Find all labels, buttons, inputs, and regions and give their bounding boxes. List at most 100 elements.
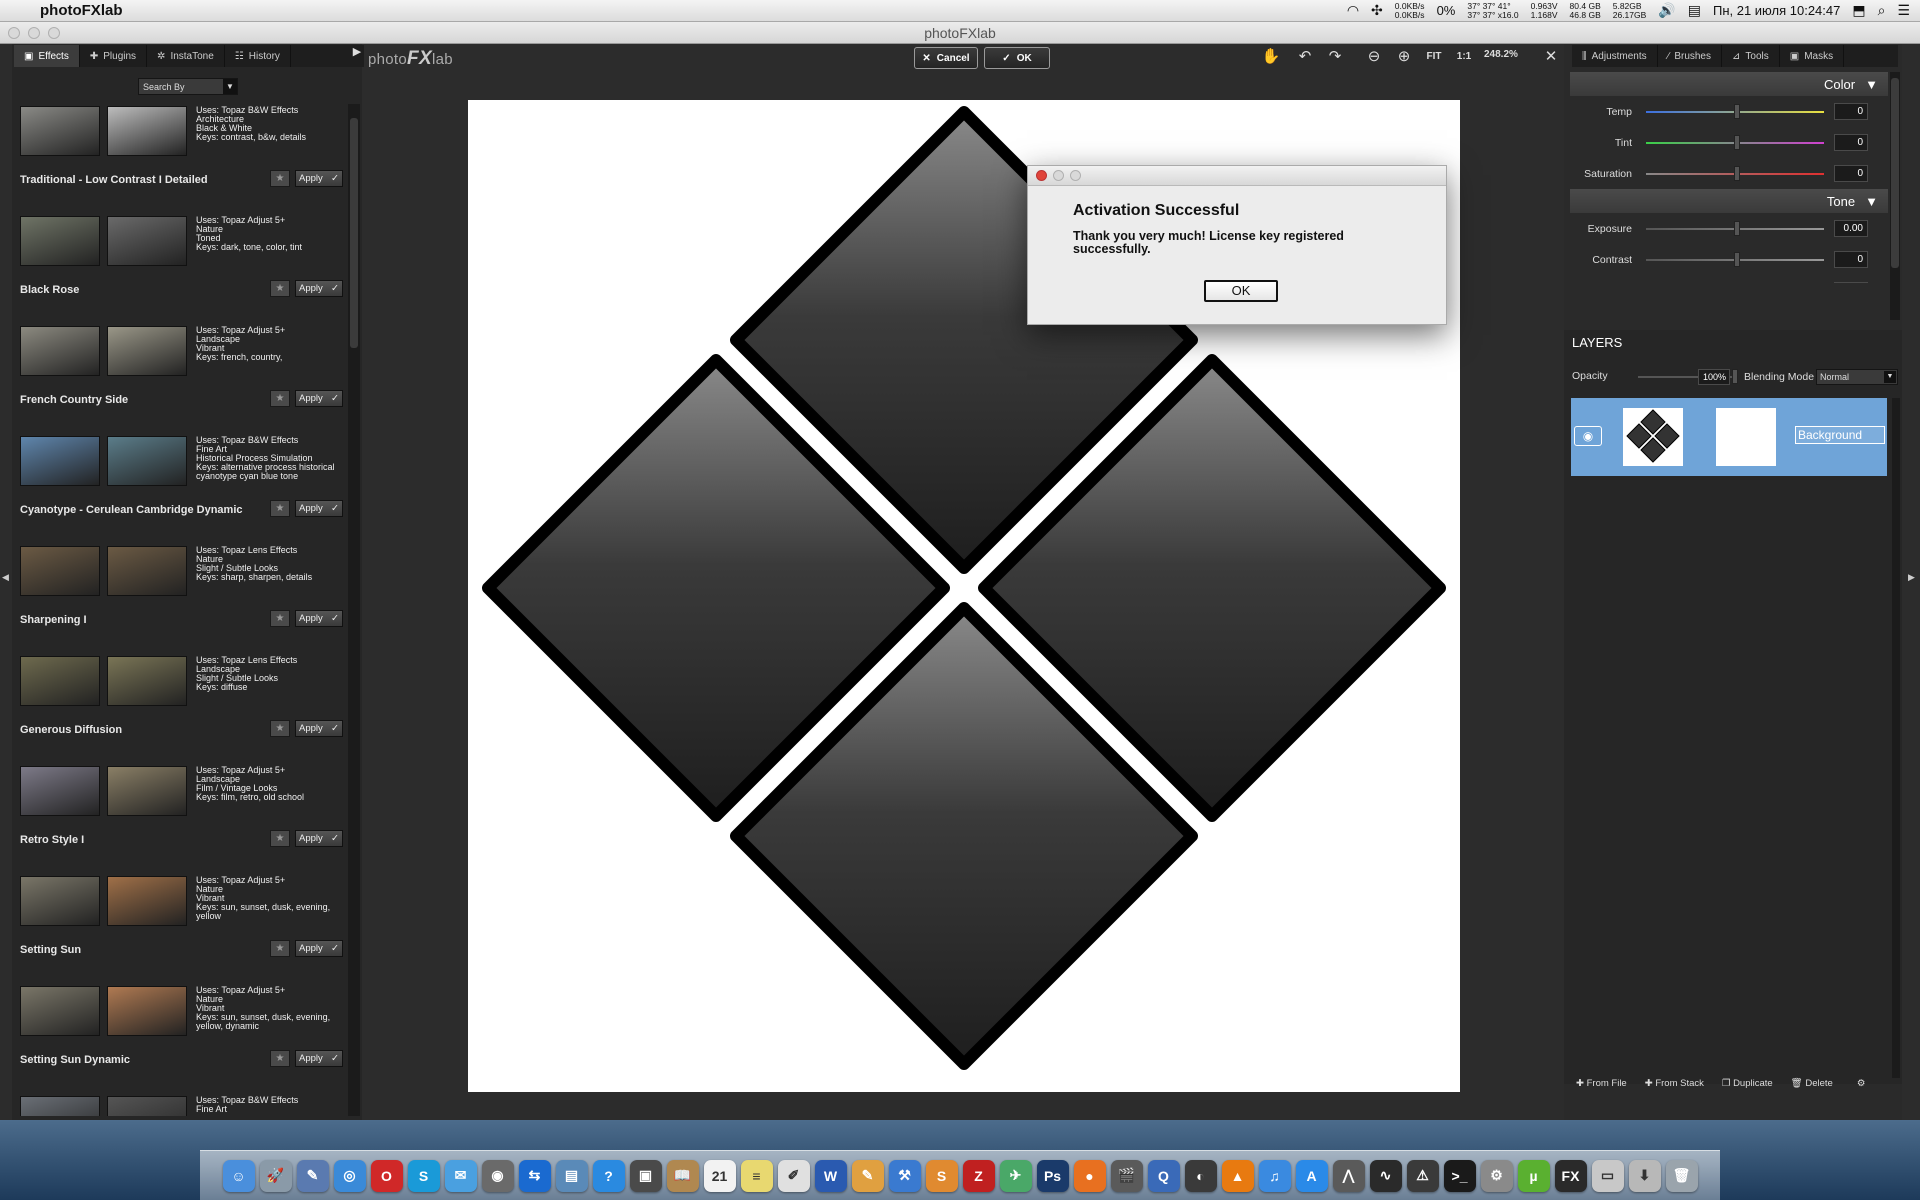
launchpad-icon[interactable]: 🚀	[259, 1159, 292, 1192]
sublime-icon[interactable]: S	[925, 1159, 958, 1192]
finder-icon[interactable]: ☺	[222, 1159, 255, 1192]
tab-effects[interactable]: ▣ Effects	[14, 45, 80, 67]
search-by-select[interactable]: Search By ▼	[138, 78, 238, 95]
maps-icon[interactable]: ✈	[999, 1159, 1032, 1192]
effects-scrollbar[interactable]	[348, 104, 360, 1116]
tab-history[interactable]: ☷ History	[225, 45, 291, 67]
favorite-star-icon[interactable]: ★	[270, 280, 290, 297]
dictionary-icon[interactable]: 📖	[666, 1159, 699, 1192]
one-to-one-button[interactable]: 1:1	[1452, 46, 1476, 68]
slider-value-field[interactable]: 0	[1834, 251, 1868, 268]
adjustments-scrollbar[interactable]	[1890, 72, 1900, 320]
slider-track[interactable]	[1646, 220, 1824, 236]
apply-effect-button[interactable]: Apply ✓	[295, 720, 343, 737]
effect-before-thumbnail[interactable]	[20, 1096, 100, 1116]
apply-effect-button[interactable]: Apply ✓	[295, 610, 343, 627]
effect-after-thumbnail[interactable]	[107, 546, 187, 596]
notification-center-icon[interactable]: ☰	[1897, 2, 1910, 19]
preview-icon[interactable]: ▤	[555, 1159, 588, 1192]
effect-item[interactable]: Uses: Topaz Adjust 5+ Nature Vibrant Keys: …	[16, 984, 344, 1094]
slider-knob[interactable]	[1734, 282, 1740, 283]
favorite-star-icon[interactable]: ★	[270, 170, 290, 187]
delete-layer-button[interactable]: 🗑 Delete	[1791, 1078, 1833, 1089]
slider-knob[interactable]	[1734, 134, 1740, 150]
effect-before-thumbnail[interactable]	[20, 326, 100, 376]
tab-adjustments[interactable]: ⫼ Adjustments	[1572, 45, 1658, 67]
fit-button[interactable]: FIT	[1422, 46, 1446, 68]
safari-icon[interactable]: ◎	[333, 1159, 366, 1192]
slider-value-field[interactable]: 0	[1834, 165, 1868, 182]
tab-masks[interactable]: ▣ Masks	[1780, 45, 1845, 67]
messages-icon[interactable]: ✉	[444, 1159, 477, 1192]
slider-track[interactable]	[1646, 165, 1824, 181]
effect-before-thumbnail[interactable]	[20, 876, 100, 926]
redo-icon[interactable]: ↷	[1323, 46, 1347, 68]
add-from-stack-button[interactable]: ✚ From Stack	[1645, 1078, 1704, 1089]
gear-icon[interactable]: ⚙	[1857, 1078, 1866, 1089]
zoom-out-icon[interactable]: ⊖	[1362, 46, 1386, 68]
clapper-icon[interactable]: 🎬	[1110, 1159, 1143, 1192]
effect-before-thumbnail[interactable]	[20, 656, 100, 706]
tab-scroll-right-icon[interactable]: ▶	[350, 45, 364, 67]
app-menu[interactable]: photoFXlab	[40, 2, 123, 19]
effect-after-thumbnail[interactable]	[107, 876, 187, 926]
effect-before-thumbnail[interactable]	[20, 766, 100, 816]
collapse-left-panel-icon[interactable]: ◀	[2, 572, 9, 583]
slider-knob[interactable]	[1734, 251, 1740, 267]
downloads-icon[interactable]: ⬇	[1628, 1159, 1661, 1192]
tab-brushes[interactable]: ∕ Brushes	[1658, 45, 1722, 67]
slider-track[interactable]	[1646, 134, 1824, 150]
layers-scrollbar[interactable]	[1892, 398, 1900, 1078]
opera-icon[interactable]: O	[370, 1159, 403, 1192]
opacity-value[interactable]: 100%	[1698, 369, 1730, 385]
console-icon[interactable]: ⚠	[1406, 1159, 1439, 1192]
sysprefs-icon[interactable]: ⚙	[1480, 1159, 1513, 1192]
slider-track[interactable]	[1646, 103, 1824, 119]
airplay-icon[interactable]: ⬒	[1852, 2, 1865, 19]
layer-row-background[interactable]: ◉ Background	[1571, 398, 1887, 476]
blending-mode-select[interactable]: Normal ▼	[1816, 369, 1898, 385]
dialog-zoom-button[interactable]	[1070, 170, 1081, 181]
effect-before-thumbnail[interactable]	[20, 986, 100, 1036]
apply-effect-button[interactable]: Apply ✓	[295, 280, 343, 297]
utorrent-icon[interactable]: µ	[1517, 1159, 1550, 1192]
effect-after-thumbnail[interactable]	[107, 216, 187, 266]
network-icon[interactable]: ✣	[1371, 2, 1383, 19]
notes-icon[interactable]: ≡	[740, 1159, 773, 1192]
apply-effect-button[interactable]: Apply ✓	[295, 500, 343, 517]
dialog-close-button[interactable]	[1036, 170, 1047, 181]
tab-tools[interactable]: ⊿ Tools	[1722, 45, 1780, 67]
skype-icon[interactable]: S	[407, 1159, 440, 1192]
favorite-star-icon[interactable]: ★	[270, 720, 290, 737]
close-window-button[interactable]	[8, 27, 20, 39]
effect-item[interactable]: Uses: Topaz B&W Effects Fine Art	[16, 1094, 344, 1116]
itunes-icon[interactable]: ♫	[1258, 1159, 1291, 1192]
apply-effect-button[interactable]: Apply ✓	[295, 830, 343, 847]
effect-item[interactable]: Uses: Topaz Adjust 5+ Landscape Vibrant Key…	[16, 324, 344, 434]
effect-after-thumbnail[interactable]	[107, 766, 187, 816]
apply-effect-button[interactable]: Apply ✓	[295, 170, 343, 187]
undo-icon[interactable]: ↶	[1293, 46, 1317, 68]
textedit-icon[interactable]: ✐	[777, 1159, 810, 1192]
volume-icon[interactable]: 🔊	[1658, 2, 1675, 19]
documents-icon[interactable]: ▭	[1591, 1159, 1624, 1192]
favorite-star-icon[interactable]: ★	[270, 610, 290, 627]
favorite-star-icon[interactable]: ★	[270, 390, 290, 407]
filezilla-icon[interactable]: Z	[962, 1159, 995, 1192]
color-section-header[interactable]: Color ▼	[1570, 72, 1888, 96]
minimize-window-button[interactable]	[28, 27, 40, 39]
dialog-ok-button[interactable]: OK	[1204, 280, 1278, 302]
favorite-star-icon[interactable]: ★	[270, 1050, 290, 1067]
favorite-star-icon[interactable]: ★	[270, 830, 290, 847]
duplicate-layer-button[interactable]: ❐ Duplicate	[1722, 1078, 1773, 1089]
tab-instatone[interactable]: ✲ InstaTone	[147, 45, 225, 67]
effect-item[interactable]: Uses: Topaz Lens Effects Landscape Slight …	[16, 654, 344, 764]
effect-item[interactable]: Uses: Topaz Adjust 5+ Landscape Film / Vin…	[16, 764, 344, 874]
effect-item[interactable]: Uses: Topaz Lens Effects Nature Slight / S…	[16, 544, 344, 654]
flag-icon[interactable]: ▤	[1688, 2, 1701, 19]
effect-item[interactable]: Uses: Topaz Adjust 5+ Nature Vibrant Keys: …	[16, 874, 344, 984]
terminal-icon[interactable]: >_	[1443, 1159, 1476, 1192]
effect-before-thumbnail[interactable]	[20, 436, 100, 486]
zoom-in-icon[interactable]: ⊕	[1392, 46, 1416, 68]
slider-knob[interactable]	[1734, 165, 1740, 181]
